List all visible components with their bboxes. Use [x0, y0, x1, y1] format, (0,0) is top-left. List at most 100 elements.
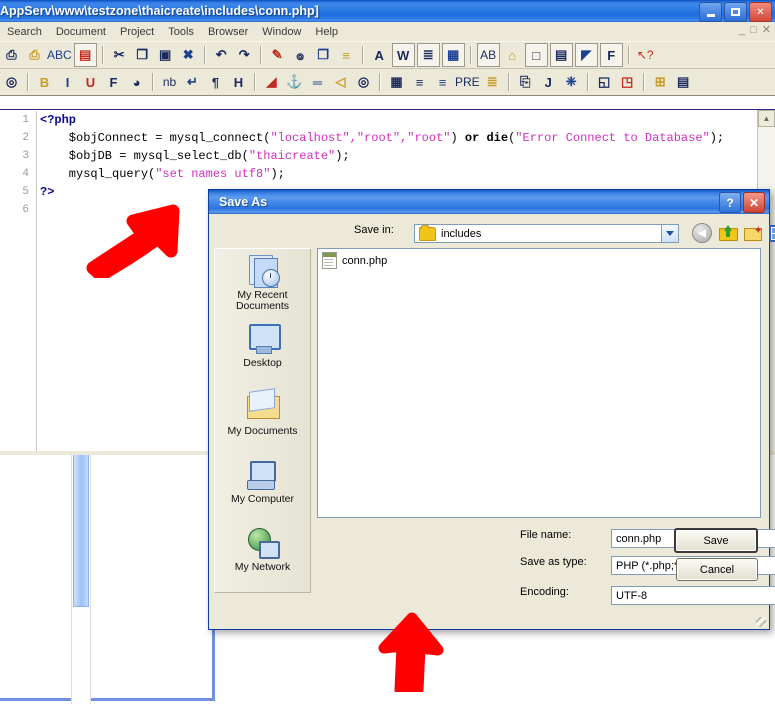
align-center-icon[interactable]: ≡	[409, 71, 430, 93]
font-icon[interactable]: A	[369, 44, 390, 66]
indent-icon[interactable]: ≡	[336, 44, 357, 66]
dialog-close-button[interactable]: ✕	[743, 192, 765, 213]
spell-small-icon[interactable]: ◎	[1, 71, 22, 93]
list-icon[interactable]: ≣	[416, 43, 440, 67]
linebreak-button[interactable]: ↵	[182, 71, 203, 93]
window-controls: ✕	[699, 2, 772, 22]
back-icon[interactable]: ◀	[692, 223, 712, 243]
menu-item-tools[interactable]: Tools	[161, 24, 201, 40]
place-item-my-recent-documents[interactable]: My Recent Documents	[215, 249, 310, 317]
menu-item-document[interactable]: Document	[49, 24, 113, 40]
my-documents-icon	[245, 388, 281, 423]
background-scrollbar-thumb[interactable]	[73, 453, 89, 607]
highlight-icon[interactable]: ✎	[267, 44, 288, 66]
table-icon[interactable]: ▦	[386, 71, 407, 93]
image-icon[interactable]: ◢	[261, 71, 282, 93]
windows-icon[interactable]: ⊞	[650, 71, 671, 93]
template-icon[interactable]: ◳	[617, 71, 638, 93]
minimize-button[interactable]	[699, 2, 722, 22]
spellcheck-icon[interactable]: ABC	[47, 44, 72, 66]
browser-icon[interactable]: ◤	[574, 43, 598, 67]
heading-button[interactable]: H	[228, 71, 249, 93]
cancel-button[interactable]: Cancel	[676, 558, 758, 581]
folder-icon[interactable]: ◱	[594, 71, 615, 93]
upload-icon[interactable]: ⌂	[502, 44, 523, 66]
code-line[interactable]: $objConnect = mysql_connect("localhost",…	[40, 129, 724, 147]
preview-icon[interactable]: ▤	[549, 43, 573, 67]
duplicate-icon[interactable]: ❐	[313, 44, 334, 66]
encoding-combobox[interactable]: UTF-8	[611, 586, 775, 605]
place-item-label: My Computer	[230, 493, 294, 505]
mdi-close-button[interactable]: ✕	[762, 23, 771, 36]
underline-button[interactable]: U	[80, 71, 101, 93]
window-icon[interactable]: □	[524, 43, 548, 67]
menu-item-window[interactable]: Window	[255, 24, 308, 40]
ordered-list-icon[interactable]: ≣	[482, 71, 503, 93]
code-line[interactable]: mysql_query("set names utf8");	[40, 165, 695, 183]
font-f-button[interactable]: F	[103, 71, 124, 93]
save-in-combobox[interactable]: includes	[414, 224, 679, 243]
delete-icon[interactable]: ✖	[178, 44, 199, 66]
mdi-minimize-button[interactable]: _	[739, 24, 745, 36]
page-properties-icon[interactable]: ▤	[73, 43, 97, 67]
redo-icon[interactable]: ↷	[234, 44, 255, 66]
target-icon[interactable]: ◎	[353, 71, 374, 93]
menu-item-search[interactable]: Search	[0, 24, 49, 40]
print-icon[interactable]: ⎙	[24, 44, 45, 66]
menu-item-browser[interactable]: Browser	[201, 24, 255, 40]
menu-item-project[interactable]: Project	[113, 24, 161, 40]
ab-cd-icon[interactable]: AB	[476, 43, 500, 67]
save-in-dropdown-arrow-icon[interactable]	[661, 225, 678, 242]
dialog-title-bar: Save As ? ✕	[209, 190, 769, 214]
save-button[interactable]: Save	[674, 528, 758, 553]
scroll-up-arrow-icon[interactable]: ▲	[758, 110, 775, 127]
anchor-icon[interactable]: ⚓	[284, 71, 305, 93]
bold-button[interactable]: B	[34, 71, 55, 93]
background-window[interactable]	[0, 448, 215, 704]
paragraph-button[interactable]: ¶	[205, 71, 226, 93]
toolbar-separator	[152, 73, 154, 91]
help-pointer-icon[interactable]: ↖?	[635, 44, 656, 66]
title-bar: AppServ\www\testzone\thaicreate\includes…	[0, 0, 775, 22]
split-view-icon[interactable]: ▤	[673, 71, 694, 93]
pre-button[interactable]: PRE	[455, 71, 480, 93]
align-right-icon[interactable]: ≡	[432, 71, 453, 93]
mdi-restore-button[interactable]: □	[750, 24, 757, 36]
italic-button[interactable]: I	[57, 71, 78, 93]
dialog-help-button[interactable]: ?	[719, 192, 741, 213]
undo-icon[interactable]: ↶	[211, 44, 232, 66]
place-item-desktop[interactable]: Desktop	[215, 317, 310, 385]
copy-icon[interactable]: ❐	[132, 44, 153, 66]
paste-icon[interactable]: ▣	[155, 44, 176, 66]
nbsp-button[interactable]: nb	[159, 71, 180, 93]
anchor-link-icon[interactable]: ๏	[290, 44, 311, 66]
menu-item-help[interactable]: Help	[308, 24, 345, 40]
horizontal-rule-icon[interactable]: ═	[307, 71, 328, 93]
up-one-level-icon[interactable]	[719, 225, 738, 241]
comment-icon[interactable]: ◁	[330, 71, 351, 93]
print-preview-icon[interactable]: ⎙	[1, 44, 22, 66]
code-token: "set names utf8"	[155, 167, 271, 181]
new-folder-icon[interactable]: ✦	[744, 225, 762, 241]
maximize-button[interactable]	[724, 2, 747, 22]
toolbar-separator	[627, 46, 630, 64]
word-icon[interactable]: W	[391, 43, 415, 67]
encoding-label: Encoding:	[520, 586, 569, 598]
views-icon[interactable]	[769, 224, 775, 242]
place-item-my-documents[interactable]: My Documents	[215, 385, 310, 453]
frame-icon[interactable]: F	[599, 43, 623, 67]
color-palette-icon[interactable]: ◕	[126, 71, 147, 93]
special-char-icon[interactable]: ▦	[441, 43, 465, 67]
file-list[interactable]: conn.php	[317, 248, 761, 518]
dialog-window-controls: ? ✕	[719, 192, 765, 213]
java-button[interactable]: J	[538, 71, 559, 93]
script-icon[interactable]: ❈	[561, 71, 582, 93]
resize-grip[interactable]	[756, 617, 766, 627]
close-button[interactable]: ✕	[749, 2, 772, 22]
file-list-item[interactable]: conn.php	[318, 249, 760, 272]
form-icon[interactable]: ⎘	[515, 71, 536, 93]
place-item-my-computer[interactable]: My Computer	[215, 453, 310, 521]
code-line[interactable]: $objDB = mysql_select_db("thaicreate");	[40, 147, 695, 165]
cut-icon[interactable]: ✂	[109, 44, 130, 66]
code-line[interactable]: <?php	[40, 111, 695, 129]
